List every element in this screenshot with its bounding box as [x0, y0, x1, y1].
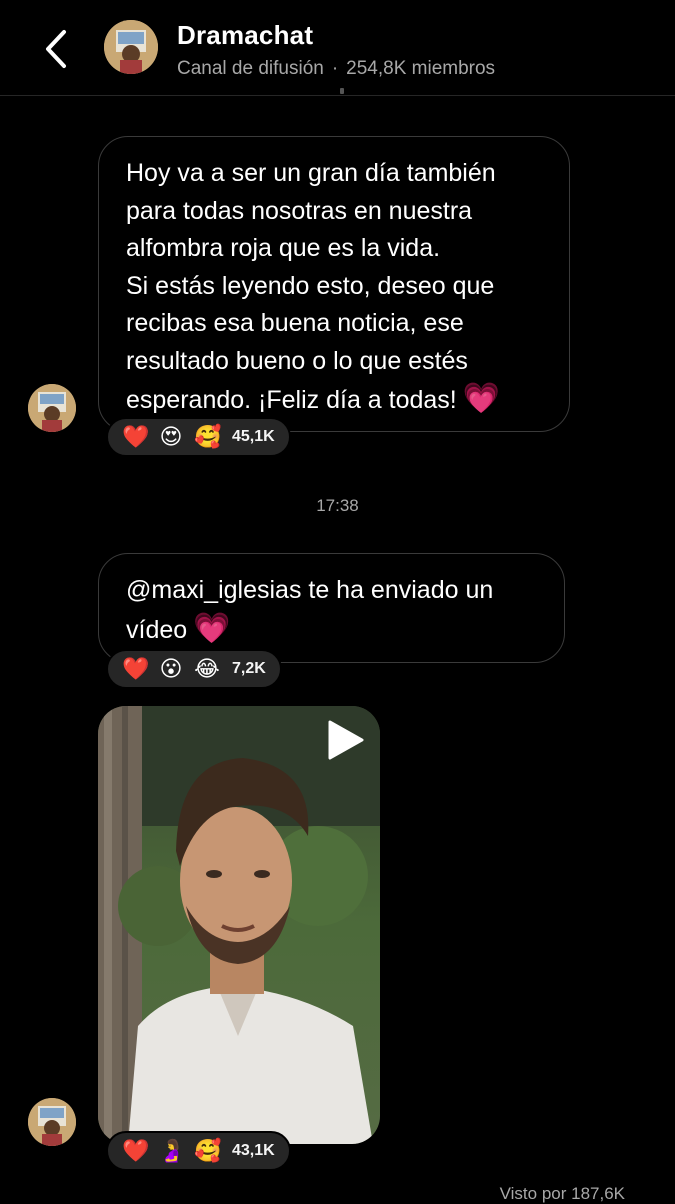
sender-avatar[interactable]	[28, 1098, 76, 1146]
video-thumbnail	[98, 706, 380, 1144]
reaction-bar[interactable]: ❤️ 😍 🥰 45,1K	[106, 417, 291, 457]
seen-by-count: Visto por 187,6K	[499, 1184, 625, 1203]
reaction-bar[interactable]: ❤️ 😮 😂 7,2K	[106, 649, 282, 689]
smiling-hearts-icon: 🥰	[194, 1138, 222, 1163]
reaction-count: 43,1K	[232, 1142, 275, 1159]
timestamp: 17:38	[316, 496, 359, 515]
message-text: Si estás leyendo esto, deseo que recibas…	[126, 271, 501, 416]
chevron-left-icon[interactable]	[38, 26, 78, 72]
separator: ·	[331, 58, 339, 79]
channel-avatar[interactable]	[104, 20, 158, 74]
pink-heart-icon: 💗	[462, 382, 501, 415]
message-text: Hoy va a ser un gran día también para to…	[126, 159, 496, 262]
play-icon[interactable]	[326, 720, 364, 760]
reaction-count: 7,2K	[232, 660, 266, 677]
member-count: 254,8K miembros	[346, 58, 496, 79]
message-bubble[interactable]: Hoy va a ser un gran día también para to…	[98, 136, 570, 432]
laughing-face-icon: 😂	[194, 656, 220, 681]
message-bubble[interactable]: @maxi_iglesias te ha enviado un vídeo 💗	[98, 553, 565, 663]
smiling-hearts-icon: 🥰	[194, 424, 222, 449]
pregnant-woman-icon: 🤰	[158, 1138, 186, 1163]
channel-type: Canal de difusión	[177, 58, 324, 79]
video-message[interactable]	[98, 706, 380, 1144]
pink-heart-icon: 💗	[193, 611, 231, 645]
reaction-count: 45,1K	[232, 428, 275, 445]
reaction-bar[interactable]: ❤️ 🤰 🥰 43,1K	[106, 1131, 291, 1171]
red-heart-icon: ❤️	[122, 424, 150, 449]
red-heart-icon: ❤️	[122, 1138, 150, 1163]
red-heart-icon: ❤️	[122, 656, 150, 681]
channel-subtitle: Canal de difusión · 254,8K miembros	[177, 58, 495, 80]
sender-avatar[interactable]	[28, 384, 76, 432]
surprised-face-icon: 😮	[159, 656, 183, 681]
heart-eyes-icon: 😍	[159, 424, 183, 449]
message-text: @maxi_iglesias te ha enviado un vídeo 💗	[126, 576, 494, 645]
chat-header: Dramachat Canal de difusión · 254,8K miemb…	[0, 0, 675, 96]
channel-title[interactable]: Dramachat	[177, 20, 313, 51]
scroll-clip-mark	[340, 88, 344, 94]
